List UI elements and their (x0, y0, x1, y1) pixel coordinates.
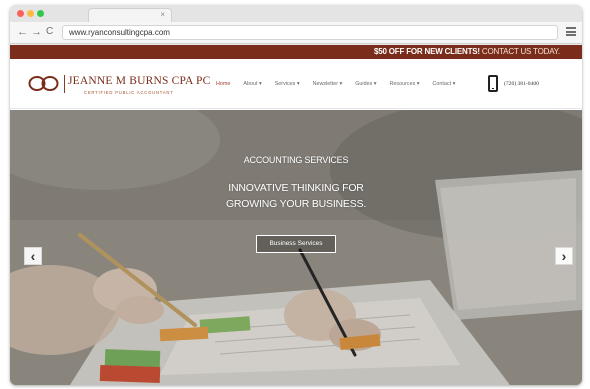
hero-slider: ACCOUNTING SERVICES INNOVATIVE THINKING … (10, 110, 582, 385)
hero-headline-line-2: GROWING YOUR BUSINESS. (225, 198, 367, 210)
address-bar[interactable]: www.ryanconsultingcpa.com (62, 25, 558, 40)
phone-icon (488, 75, 498, 92)
back-arrow-icon[interactable]: ← (17, 25, 28, 39)
browser-toolbar: ← → C www.ryanconsultingcpa.com (10, 22, 582, 44)
promo-highlight: $50 OFF FOR NEW CLIENTS! (374, 47, 480, 56)
menu-item-home[interactable]: Home (216, 80, 230, 88)
menu-item-resources[interactable]: Resources ▾ (390, 80, 420, 88)
promo-text[interactable]: $50 OFF FOR NEW CLIENTS! CONTACT US TODA… (374, 46, 560, 58)
logo-infinity-icon[interactable] (28, 75, 62, 92)
promo-cta: CONTACT US TODAY. (481, 47, 560, 56)
tab-bar: × (10, 5, 582, 22)
menu-item-about[interactable]: About ▾ (243, 80, 261, 88)
close-window-button[interactable] (17, 10, 24, 17)
main-menu: Home About ▾ Services ▾ Newsletter ▾ Gui… (216, 80, 468, 88)
hamburger-menu-icon[interactable] (566, 27, 576, 36)
menu-item-services[interactable]: Services ▾ (275, 80, 300, 88)
business-services-button[interactable]: Business Services (256, 235, 336, 253)
web-page: $50 OFF FOR NEW CLIENTS! CONTACT US TODA… (10, 45, 582, 385)
phone-number[interactable]: (720) 381-0400 (504, 81, 539, 88)
site-header: JEANNE M BURNS CPA PC CERTIFIED PUBLIC A… (10, 59, 582, 109)
minimize-window-button[interactable] (27, 10, 34, 17)
promo-banner[interactable]: $50 OFF FOR NEW CLIENTS! CONTACT US TODA… (10, 45, 582, 59)
forward-arrow-icon[interactable]: → (31, 25, 42, 39)
slider-prev-arrow-icon[interactable]: ‹ (24, 247, 42, 265)
menu-item-guides[interactable]: Guides ▾ (355, 80, 376, 88)
logo-name[interactable]: JEANNE M BURNS CPA PC (68, 75, 210, 88)
browser-tab[interactable]: × (88, 8, 172, 22)
logo-divider (64, 75, 65, 93)
hero-title: ACCOUNTING SERVICES (243, 155, 349, 165)
maximize-window-button[interactable] (37, 10, 44, 17)
logo-subtitle: CERTIFIED PUBLIC ACCOUNTANT (84, 90, 174, 95)
menu-item-contact[interactable]: Contact ▾ (433, 80, 456, 88)
menu-item-newsletter[interactable]: Newsletter ▾ (313, 80, 343, 88)
hero-headline: INNOVATIVE THINKING FOR GROWING YOUR BUS… (10, 180, 582, 212)
hero-headline-line-1: INNOVATIVE THINKING FOR (228, 182, 364, 194)
browser-window: × ← → C www.ryanconsultingcpa.com $50 OF… (10, 5, 582, 385)
reload-icon[interactable]: C (46, 25, 53, 39)
slider-next-arrow-icon[interactable]: › (555, 247, 573, 265)
tab-close-icon[interactable]: × (160, 9, 165, 21)
